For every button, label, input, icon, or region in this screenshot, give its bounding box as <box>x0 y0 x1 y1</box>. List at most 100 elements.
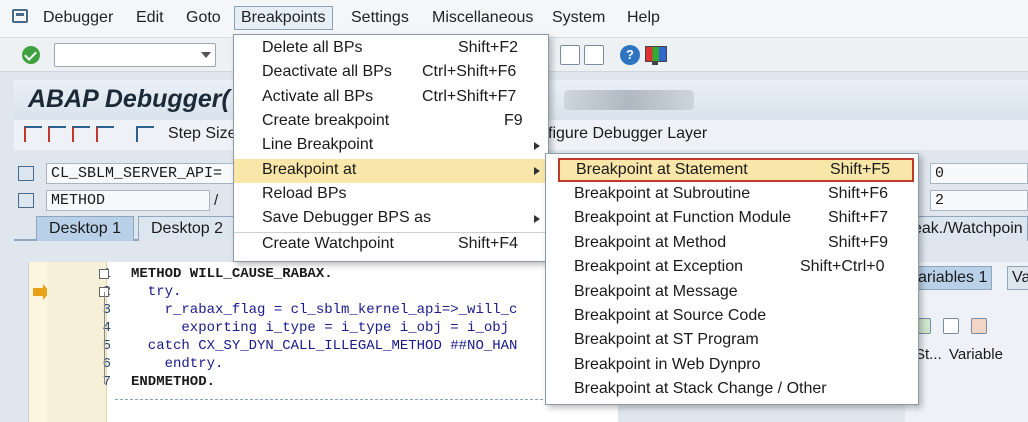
type-field[interactable]: METHOD <box>46 190 210 211</box>
menu-bar: Debugger Edit Goto Breakpoints Settings … <box>0 0 1028 38</box>
menu-item-shortcut: Shift+F2 <box>458 39 519 56</box>
enter-check-icon[interactable] <box>22 46 40 64</box>
fold-toggle-icon[interactable] <box>99 269 109 279</box>
shortcut-icon[interactable] <box>584 45 604 65</box>
tab-desktop-2[interactable]: Desktop 2 <box>138 216 237 241</box>
menu-edit[interactable]: Edit <box>136 9 164 27</box>
menu-item-label: Save Debugger BPS as <box>262 209 431 226</box>
program-field[interactable]: CL_SBLM_SERVER_API= <box>46 163 246 184</box>
menu-breakpoints[interactable]: Breakpoints <box>234 6 333 30</box>
source-code-editor[interactable]: 1 2 3 4 5 6 7 METHOD WILL_CAUSE_RABAX. t… <box>28 262 618 422</box>
menu-item-deactivate-all-bps[interactable]: Deactivate all BPs Ctrl+Shift+F6 <box>234 61 548 85</box>
menu-item-label: Create breakpoint <box>262 112 390 129</box>
menu-item-label: Delete all BPs <box>262 39 363 56</box>
menu-item-label: Breakpoint in Web Dynpro <box>574 356 761 373</box>
code-line: exporting i_type = i_type i_obj = i_obj <box>131 320 510 336</box>
submenu-arrow-icon <box>534 167 540 175</box>
edit-variable-icon[interactable] <box>943 318 959 334</box>
command-field[interactable] <box>54 43 216 67</box>
menu-item-save-debugger-bps-as[interactable]: Save Debugger BPS as <box>234 207 548 231</box>
menu-item-line-breakpoint[interactable]: Line Breakpoint <box>234 134 548 158</box>
code-line: catch CX_SY_DYN_CALL_ILLEGAL_METHOD ##NO… <box>131 338 518 354</box>
column-header-status[interactable]: St... <box>915 346 942 363</box>
menu-item-reload-bps[interactable]: Reload BPs <box>234 183 548 207</box>
menu-item-shortcut: Ctrl+Shift+F7 <box>422 88 517 105</box>
menu-item-label: Breakpoint at <box>262 161 357 178</box>
menu-item-label: Breakpoint at Source Code <box>574 307 767 324</box>
tab-break-watchpoints[interactable]: eak./Watchpoin <box>910 216 1028 241</box>
return-icon[interactable] <box>72 126 90 142</box>
menu-item-breakpoint-at-stack-change[interactable]: Breakpoint at Stack Change / Other <box>546 378 918 402</box>
breakpoint-at-submenu: Breakpoint at Statement Shift+F5 Breakpo… <box>545 153 919 405</box>
menu-item-breakpoint-at-subroutine[interactable]: Breakpoint at Subroutine Shift+F6 <box>546 183 918 207</box>
redacted-title-text <box>564 90 694 110</box>
variables-panel: ariables 1 Va St... Variable <box>905 262 1028 422</box>
system-menu-icon[interactable] <box>12 9 28 23</box>
menu-item-activate-all-bps[interactable]: Activate all BPs Ctrl+Shift+F7 <box>234 86 548 110</box>
menu-item-breakpoint-at[interactable]: Breakpoint at <box>234 159 548 183</box>
tab-desktop-1[interactable]: Desktop 1 <box>36 216 135 241</box>
menu-item-label: Deactivate all BPs <box>262 63 392 80</box>
breakpoints-menu: Delete all BPs Shift+F2 Deactivate all B… <box>233 34 549 262</box>
menu-item-label: Breakpoint at Exception <box>574 258 743 275</box>
level-field[interactable]: 2 <box>930 190 1028 211</box>
menu-item-create-breakpoint[interactable]: Create breakpoint F9 <box>234 110 548 134</box>
menu-item-breakpoint-in-web-dynpro[interactable]: Breakpoint in Web Dynpro <box>546 354 918 378</box>
menu-item-shortcut: Ctrl+Shift+F6 <box>422 63 517 80</box>
menu-item-label: Breakpoint at Stack Change / Other <box>574 380 827 397</box>
new-session-icon[interactable] <box>560 45 580 65</box>
page-title: ABAP Debugger( <box>28 85 230 113</box>
menu-item-label: Line Breakpoint <box>262 136 374 153</box>
menu-help[interactable]: Help <box>627 9 660 27</box>
tab-variables-1[interactable]: ariables 1 <box>913 266 993 290</box>
line-field[interactable]: 0 <box>930 163 1028 184</box>
menu-item-shortcut: Shift+F6 <box>828 185 889 202</box>
line-number: 5 <box>102 338 111 354</box>
menu-item-shortcut: F9 <box>504 112 523 129</box>
chevron-down-icon[interactable] <box>201 52 211 58</box>
column-header-variable[interactable]: Variable <box>949 346 1003 363</box>
menu-goto[interactable]: Goto <box>186 9 221 27</box>
menu-item-shortcut: Shift+F4 <box>458 235 519 252</box>
layout-monitor-icon[interactable] <box>644 45 667 65</box>
menu-item-breakpoint-at-message[interactable]: Breakpoint at Message <box>546 281 918 305</box>
menu-item-shortcut: Shift+Ctrl+0 <box>800 258 885 275</box>
menu-miscellaneous[interactable]: Miscellaneous <box>432 9 533 27</box>
code-line: ENDMETHOD. <box>131 374 216 390</box>
menu-item-label: Breakpoint at Method <box>574 234 727 251</box>
menu-item-breakpoint-at-exception[interactable]: Breakpoint at Exception Shift+Ctrl+0 <box>546 256 918 280</box>
submenu-arrow-icon <box>534 142 540 150</box>
step-size-icon[interactable] <box>136 126 154 142</box>
menu-item-delete-all-bps[interactable]: Delete all BPs Shift+F2 <box>234 37 548 61</box>
line-number: 3 <box>102 302 111 318</box>
menu-system[interactable]: System <box>552 9 605 27</box>
breakpoint-column[interactable] <box>29 262 50 422</box>
current-line-arrow-icon <box>33 284 50 300</box>
submenu-arrow-icon <box>534 215 540 223</box>
method-icon <box>18 193 34 208</box>
code-line: METHOD WILL_CAUSE_RABAX. <box>131 266 333 282</box>
menu-item-label: Breakpoint at Message <box>574 283 738 300</box>
menu-debugger[interactable]: Debugger <box>43 9 113 27</box>
menu-item-breakpoint-at-function-module[interactable]: Breakpoint at Function Module Shift+F7 <box>546 207 918 231</box>
step-size-button[interactable]: Step Size <box>168 125 236 143</box>
menu-item-label: Breakpoint at Function Module <box>574 209 792 226</box>
execute-icon[interactable] <box>48 126 66 142</box>
separator-slash: / <box>214 192 219 209</box>
menu-item-breakpoint-at-statement[interactable]: Breakpoint at Statement Shift+F5 <box>558 158 914 182</box>
menu-item-breakpoint-at-source-code[interactable]: Breakpoint at Source Code <box>546 305 918 329</box>
line-number: 6 <box>102 356 111 372</box>
menu-item-breakpoint-at-st-program[interactable]: Breakpoint at ST Program <box>546 329 918 353</box>
menu-settings[interactable]: Settings <box>351 9 409 27</box>
delete-variable-icon[interactable] <box>971 318 987 334</box>
help-icon[interactable]: ? <box>620 45 640 65</box>
menu-item-create-watchpoint[interactable]: Create Watchpoint Shift+F4 <box>234 233 548 257</box>
configure-debugger-layer-button[interactable]: figure Debugger Layer <box>548 125 707 143</box>
menu-item-shortcut: Shift+F7 <box>828 209 889 226</box>
menu-item-breakpoint-at-method[interactable]: Breakpoint at Method Shift+F9 <box>546 232 918 256</box>
menu-item-shortcut: Shift+F9 <box>828 234 889 251</box>
menu-item-label: Breakpoint at Statement <box>576 161 748 178</box>
single-step-icon[interactable] <box>24 126 42 142</box>
continue-icon[interactable] <box>96 126 114 142</box>
tab-va[interactable]: Va <box>1007 266 1028 290</box>
